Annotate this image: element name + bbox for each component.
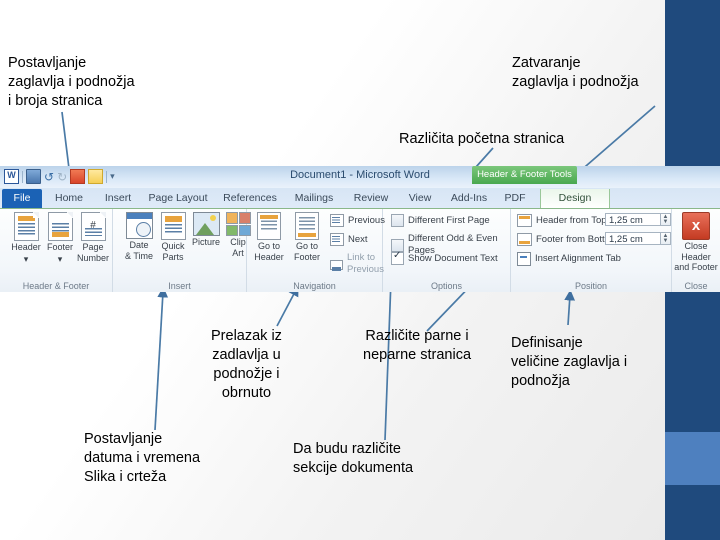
footer-from-bottom-stepper[interactable]: ▲ ▼ bbox=[661, 232, 671, 245]
quick-parts-icon bbox=[160, 212, 186, 240]
callout-different-first-page: Različita početna stranica bbox=[399, 131, 565, 147]
next-button[interactable]: Next bbox=[330, 233, 368, 246]
link-to-previous-button[interactable]: Link to Previous bbox=[330, 252, 384, 276]
word-application-window: W ↺ ↻ ▾ Document1 - Microsoft Word Heade… bbox=[0, 166, 720, 292]
next-label: Next bbox=[348, 233, 368, 245]
callout-switch-header-footer: Prelazak iz zadlavlja u podnožje i obrnu… bbox=[211, 328, 282, 402]
link-to-previous-label: Link to Previous bbox=[347, 252, 384, 275]
accent-bar-middle bbox=[665, 292, 720, 432]
callout-date-time-picture: Postavljanje datuma i vremena Slika i cr… bbox=[84, 431, 201, 486]
link-to-previous-icon bbox=[330, 259, 343, 271]
tab-insert[interactable]: Insert bbox=[97, 189, 139, 208]
previous-icon bbox=[330, 214, 344, 227]
close-icon: x bbox=[682, 212, 710, 240]
show-document-text-checkbox[interactable]: Show Document Text bbox=[391, 250, 498, 265]
previous-label: Previous bbox=[348, 214, 385, 226]
go-to-header-icon bbox=[257, 212, 281, 240]
header-from-top-row: Header from Top: bbox=[517, 214, 609, 227]
tab-references[interactable]: References bbox=[218, 189, 282, 208]
document-title: Document1 - Microsoft Word bbox=[290, 169, 430, 181]
go-to-footer-button[interactable]: Go to Footer bbox=[287, 212, 327, 262]
header-icon bbox=[13, 212, 39, 241]
callout-setup-header-footer: Postavljanje zaglavlja i podnožja i broj… bbox=[8, 55, 135, 110]
page-number-icon: # bbox=[80, 212, 106, 241]
page-number-button-label: Page Number bbox=[76, 242, 109, 263]
group-label-options: Options bbox=[430, 281, 463, 291]
insert-alignment-tab-label: Insert Alignment Tab bbox=[535, 253, 621, 264]
page-number-button[interactable]: # Page Number bbox=[70, 212, 116, 263]
group-options: Different First Page Different Odd & Eve… bbox=[383, 209, 511, 292]
tab-view[interactable]: View bbox=[400, 189, 440, 208]
close-header-and-footer-label: Close Header and Footer bbox=[674, 241, 718, 272]
header-from-top-value[interactable]: 1,25 cm bbox=[605, 213, 661, 226]
ribbon: Header ▾ Footer ▾ # Page Number Header &… bbox=[0, 209, 720, 292]
checkbox-icon-different-first-page[interactable] bbox=[391, 214, 404, 227]
footer-from-bottom-spinner[interactable]: 1,25 cm ▲ ▼ bbox=[605, 232, 671, 245]
tab-page-layout[interactable]: Page Layout bbox=[143, 189, 213, 208]
ribbon-tab-strip[interactable]: File Home Insert Page Layout References … bbox=[0, 188, 720, 209]
tab-home[interactable]: Home bbox=[48, 189, 90, 208]
group-insert: Date & Time Quick Parts Picture Clip Art… bbox=[113, 209, 251, 292]
different-first-page-checkbox[interactable]: Different First Page bbox=[391, 214, 490, 227]
accent-bar-bottom bbox=[665, 485, 720, 540]
footer-from-bottom-icon bbox=[517, 233, 532, 246]
group-label-header-footer: Header & Footer bbox=[22, 281, 90, 291]
word-title-bar: W ↺ ↻ ▾ Document1 - Microsoft Word Heade… bbox=[0, 166, 720, 188]
date-time-icon bbox=[125, 212, 153, 239]
footer-icon bbox=[47, 212, 73, 241]
tab-add-ins[interactable]: Add-Ins bbox=[446, 189, 492, 208]
footer-from-bottom-value[interactable]: 1,25 cm bbox=[605, 232, 661, 245]
next-icon bbox=[330, 233, 344, 246]
tab-file[interactable]: File bbox=[2, 189, 42, 208]
go-to-footer-label: Go to Footer bbox=[293, 241, 320, 262]
close-header-and-footer-button[interactable]: x Close Header and Footer bbox=[673, 212, 719, 273]
group-header-and-footer: Header ▾ Footer ▾ # Page Number Header &… bbox=[0, 209, 113, 292]
tab-mailings[interactable]: Mailings bbox=[288, 189, 340, 208]
checkbox-icon-show-document-text[interactable] bbox=[391, 250, 404, 265]
show-document-text-label: Show Document Text bbox=[408, 252, 498, 264]
callout-odd-even-pages: Različite parne i neparne stranica bbox=[363, 328, 472, 364]
callout-define-size: Definisanje veličine zaglavlja i podnožj… bbox=[511, 335, 628, 390]
group-label-close: Close bbox=[684, 281, 708, 291]
slide-background: Postavljanje zaglavlja i podnožja i broj… bbox=[0, 0, 720, 540]
tab-review[interactable]: Review bbox=[348, 189, 394, 208]
previous-button[interactable]: Previous bbox=[330, 214, 385, 227]
contextual-tab-header-footer-tools: Header & Footer Tools bbox=[472, 166, 577, 184]
accent-bar-light bbox=[665, 432, 720, 485]
group-label-position: Position bbox=[574, 281, 608, 291]
go-to-footer-icon bbox=[295, 212, 319, 240]
tab-pdf[interactable]: PDF bbox=[498, 189, 532, 208]
go-to-header-button[interactable]: Go to Header bbox=[249, 212, 289, 262]
header-from-top-icon bbox=[517, 214, 532, 227]
group-position: Header from Top: 1,25 cm ▲ ▼ Footer from … bbox=[511, 209, 672, 292]
group-label-navigation: Navigation bbox=[293, 281, 336, 291]
header-from-top-spinner[interactable]: 1,25 cm ▲ ▼ bbox=[605, 213, 671, 226]
accent-bar-top bbox=[665, 0, 720, 170]
header-from-top-label: Header from Top: bbox=[536, 214, 610, 226]
callout-close-header-footer: Zatvaranje zaglavlja i podnožja bbox=[512, 55, 639, 91]
insert-alignment-tab-icon bbox=[517, 252, 531, 266]
group-close: x Close Header and Footer Close bbox=[672, 209, 720, 292]
tab-design[interactable]: Design bbox=[540, 189, 610, 208]
group-navigation: Go to Header Go to Footer Previous Next … bbox=[247, 209, 385, 292]
header-from-top-stepper[interactable]: ▲ ▼ bbox=[661, 213, 671, 226]
group-label-insert: Insert bbox=[168, 281, 191, 291]
different-first-page-label: Different First Page bbox=[408, 214, 490, 226]
go-to-header-label: Go to Header bbox=[254, 241, 284, 262]
callout-document-sections: Da budu različite sekcije dokumenta bbox=[293, 441, 414, 477]
insert-alignment-tab-button[interactable]: Insert Alignment Tab bbox=[517, 252, 621, 266]
